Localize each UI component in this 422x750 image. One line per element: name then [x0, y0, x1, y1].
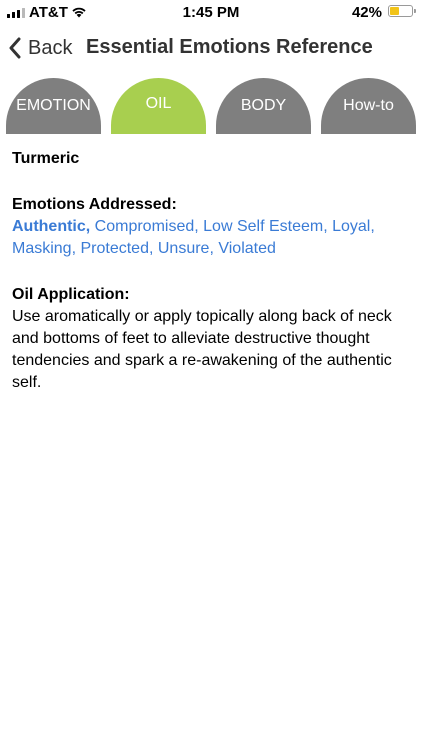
- battery-fill: [390, 7, 399, 15]
- navigation-bar: Back Essential Emotions Reference: [0, 30, 422, 66]
- emotions-list: Authentic, Compromised, Low Self Esteem,…: [12, 216, 412, 260]
- tab-label: BODY: [240, 97, 287, 114]
- oil-detail: Turmeric Emotions Addressed: Authentic, …: [12, 148, 412, 394]
- emotion-link-authentic[interactable]: Authentic,: [12, 218, 90, 235]
- emotions-heading: Emotions Addressed:: [12, 196, 177, 213]
- emotion-link-low-self-esteem[interactable]: Low Self Esteem,: [203, 218, 328, 235]
- emotion-link-protected[interactable]: Protected,: [80, 240, 153, 257]
- page-title: Essential Emotions Reference: [86, 36, 373, 58]
- battery-icon: [388, 5, 416, 17]
- emotion-link-compromised[interactable]: Compromised,: [95, 218, 199, 235]
- back-label: Back: [28, 36, 73, 59]
- application-text: Use aromatically or apply topically alon…: [12, 308, 392, 391]
- application-heading: Oil Application:: [12, 286, 130, 303]
- tab-emotion[interactable]: EMOTION: [6, 78, 101, 134]
- chevron-left-icon: [8, 37, 22, 59]
- status-bar: AT&T 1:45 PM 42%: [0, 0, 422, 24]
- tab-bar: EMOTION OIL BODY How-to: [0, 78, 422, 134]
- emotion-link-masking[interactable]: Masking,: [12, 240, 76, 257]
- tab-label: How-to: [343, 97, 394, 114]
- tab-label: EMOTION: [16, 97, 91, 114]
- tab-label: OIL: [145, 95, 172, 112]
- battery-percent: 42%: [351, 4, 382, 21]
- back-button[interactable]: Back: [8, 30, 72, 66]
- emotion-link-unsure[interactable]: Unsure,: [158, 240, 214, 257]
- tab-body[interactable]: BODY: [216, 78, 311, 134]
- oil-name: Turmeric: [12, 150, 80, 167]
- tab-oil[interactable]: OIL: [111, 78, 206, 134]
- tab-how-to[interactable]: How-to: [321, 78, 416, 134]
- emotion-link-loyal[interactable]: Loyal,: [332, 218, 375, 235]
- emotion-link-violated[interactable]: Violated: [218, 240, 276, 257]
